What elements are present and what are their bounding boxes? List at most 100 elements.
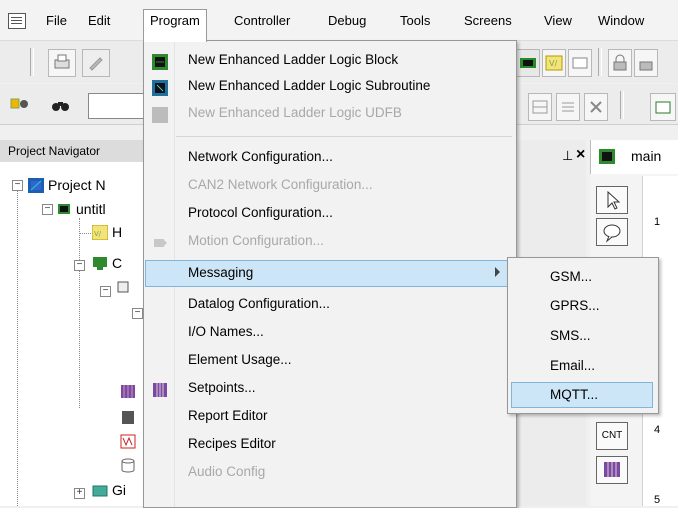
ladder-view-button[interactable] bbox=[516, 49, 540, 77]
rung-number: 4 bbox=[654, 424, 661, 436]
find-replace-icon bbox=[10, 98, 28, 109]
udfb-icon bbox=[152, 107, 168, 123]
svg-text:V/: V/ bbox=[94, 230, 102, 238]
close-panel-button[interactable]: × bbox=[576, 146, 585, 164]
menu-item-report-editor[interactable]: Report Editor bbox=[188, 408, 268, 423]
expander-graphics[interactable]: + bbox=[74, 488, 85, 499]
expander-untitled[interactable]: − bbox=[42, 204, 53, 215]
menu-item-motion-config: Motion Configuration... bbox=[188, 233, 324, 248]
menu-item-element-usage[interactable]: Element Usage... bbox=[188, 352, 292, 367]
zoom-button[interactable] bbox=[528, 93, 552, 121]
rung-button[interactable]: V/ bbox=[542, 49, 566, 77]
find-button[interactable] bbox=[50, 96, 72, 114]
tree-item-graphics[interactable]: Gi bbox=[112, 482, 126, 498]
menu-program[interactable]: Program bbox=[143, 9, 207, 42]
messaging-submenu: GSM... GPRS... SMS... Email... MQTT... bbox=[507, 257, 659, 414]
submenu-item-sms[interactable]: SMS... bbox=[550, 328, 591, 343]
submenu-item-gsm[interactable]: GSM... bbox=[550, 269, 592, 284]
app-menu-icon[interactable] bbox=[8, 13, 26, 29]
menu-item-datalog-config[interactable]: Datalog Configuration... bbox=[188, 296, 330, 311]
menu-view[interactable]: View bbox=[538, 10, 578, 32]
submenu-item-mqtt[interactable]: MQTT... bbox=[550, 387, 598, 402]
report-tree-icon bbox=[120, 410, 136, 425]
table-icon bbox=[604, 462, 620, 477]
menu-item-protocol-config[interactable]: Protocol Configuration... bbox=[188, 205, 333, 220]
toggle-button[interactable] bbox=[568, 49, 592, 77]
menu-tools[interactable]: Tools bbox=[394, 10, 436, 32]
menu-item-network-config[interactable]: Network Configuration... bbox=[188, 149, 333, 164]
print-icon bbox=[54, 54, 70, 69]
audio-tree-icon bbox=[120, 458, 136, 473]
menu-screens[interactable]: Screens bbox=[458, 10, 518, 32]
navigator-title: Project Navigator bbox=[0, 140, 150, 162]
submenu-item-gprs[interactable]: GPRS... bbox=[550, 298, 600, 313]
pointer-icon bbox=[607, 190, 621, 210]
ladder-icon bbox=[520, 58, 536, 68]
rung-icon: V/ bbox=[545, 55, 563, 71]
menu-debug[interactable]: Debug bbox=[322, 10, 372, 32]
find-replace-button[interactable] bbox=[10, 96, 30, 114]
toolbar-separator bbox=[30, 48, 34, 76]
menu-controller[interactable]: Controller bbox=[228, 10, 296, 32]
svg-text:V/: V/ bbox=[549, 59, 557, 68]
menu-item-setpoints[interactable]: Setpoints... bbox=[188, 380, 256, 395]
delete-icon bbox=[590, 101, 602, 113]
menu-item-audio-config: Audio Config bbox=[188, 464, 266, 479]
config-icon bbox=[92, 256, 108, 271]
toolbar-separator bbox=[598, 48, 602, 76]
print-button[interactable] bbox=[48, 49, 76, 77]
menu-file[interactable]: File bbox=[40, 10, 73, 32]
ladder-block-icon bbox=[152, 54, 168, 70]
menu-window[interactable]: Window bbox=[592, 10, 650, 32]
menu-separator bbox=[176, 136, 512, 137]
pin-icon[interactable]: ⊥ bbox=[562, 148, 573, 164]
menu-item-io-names[interactable]: I/O Names... bbox=[188, 324, 264, 339]
arrange-button[interactable] bbox=[556, 93, 580, 121]
menu-item-messaging[interactable]: Messaging bbox=[188, 265, 253, 280]
tree-item-hardware[interactable]: H bbox=[112, 224, 122, 240]
comment-tool-button[interactable] bbox=[596, 218, 628, 246]
navigator-tree: − Project N − untitl V/ H − C − − + Gi bbox=[0, 162, 151, 506]
menu-edit[interactable]: Edit bbox=[82, 10, 116, 32]
expander-project[interactable]: − bbox=[12, 180, 23, 191]
ladder-doc-icon bbox=[599, 149, 615, 164]
project-icon bbox=[28, 178, 44, 193]
window-icon bbox=[655, 101, 671, 114]
delete-button[interactable] bbox=[584, 93, 608, 121]
grid-icon bbox=[532, 100, 548, 114]
menu-item-new-block[interactable]: New Enhanced Ladder Logic Block bbox=[188, 52, 398, 67]
tree-item-untitled[interactable]: untitl bbox=[76, 201, 106, 217]
tree-guide bbox=[79, 218, 80, 408]
expander-controller[interactable]: − bbox=[74, 260, 85, 271]
tree-item-project[interactable]: Project N bbox=[48, 177, 106, 193]
counter-tool-button[interactable]: CNT bbox=[596, 422, 628, 450]
binoculars-icon bbox=[52, 102, 69, 111]
menu-item-recipes-editor[interactable]: Recipes Editor bbox=[188, 436, 276, 451]
graphics-icon bbox=[92, 484, 108, 499]
motion-icon bbox=[152, 235, 168, 251]
submenu-item-email[interactable]: Email... bbox=[550, 358, 595, 373]
rung-number: 5 bbox=[654, 494, 661, 506]
hardware-icon: V/ bbox=[91, 224, 109, 241]
tree-guide bbox=[17, 184, 18, 506]
document-tab[interactable]: main bbox=[590, 140, 678, 174]
setpoints-icon bbox=[152, 382, 168, 398]
menu-item-new-subroutine[interactable]: New Enhanced Ladder Logic Subroutine bbox=[188, 78, 430, 93]
screen-icon bbox=[572, 57, 588, 69]
menu-bar: File Edit Program Controller Debug Tools… bbox=[0, 0, 678, 42]
expander-subnode-2[interactable]: − bbox=[132, 308, 143, 319]
expander-subnode[interactable]: − bbox=[100, 286, 111, 297]
comment-icon bbox=[603, 224, 621, 243]
table-tool-button[interactable] bbox=[596, 456, 628, 484]
lock-button[interactable] bbox=[608, 49, 632, 77]
select-tool-button[interactable] bbox=[596, 186, 628, 214]
program-menu: New Enhanced Ladder Logic Block New Enha… bbox=[143, 40, 517, 508]
tree-guide bbox=[79, 233, 91, 234]
submenu-arrow-icon bbox=[495, 267, 500, 277]
unlock-icon bbox=[639, 61, 653, 71]
search-input[interactable] bbox=[88, 93, 146, 119]
unlock-button[interactable] bbox=[634, 49, 658, 77]
tree-item-controller[interactable]: C bbox=[112, 255, 122, 271]
edit-button[interactable] bbox=[82, 49, 110, 77]
view-button[interactable] bbox=[650, 93, 676, 121]
